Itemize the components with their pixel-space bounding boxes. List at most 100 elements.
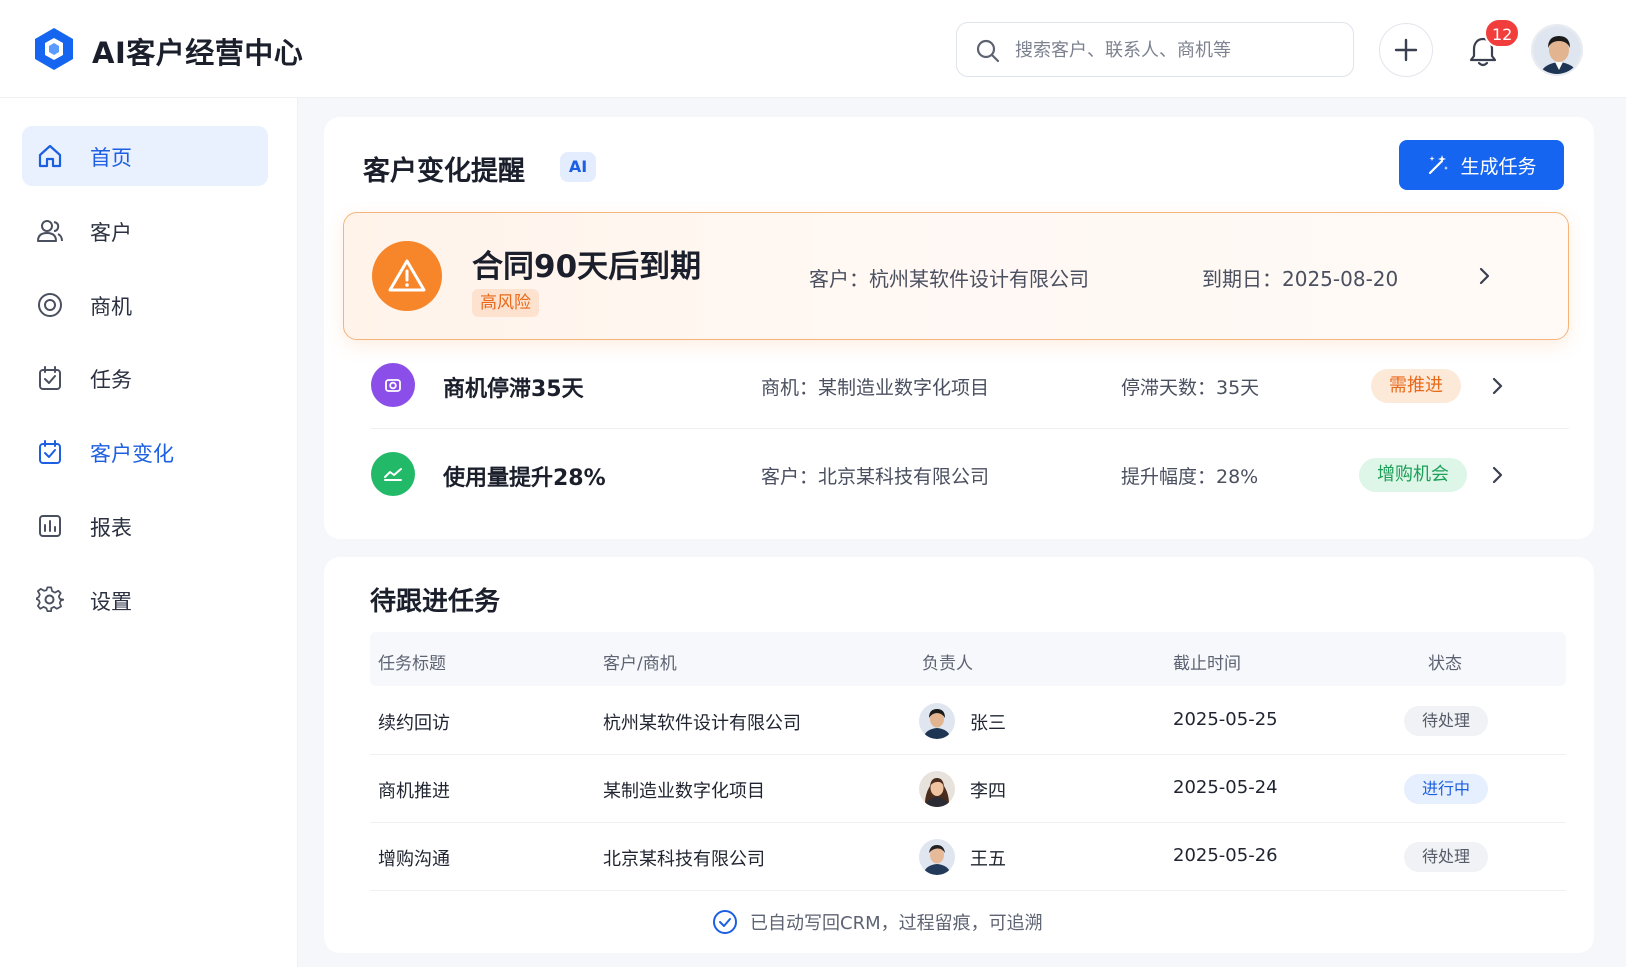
- generate-task-label: 生成任务: [1460, 156, 1537, 178]
- check-circle-icon: [713, 910, 737, 934]
- alert-metric: 提升幅度：28%: [1121, 466, 1259, 488]
- sidebar-item-label: 任务: [90, 368, 132, 392]
- owner-avatar: [919, 839, 955, 875]
- warning-badge: [372, 241, 442, 311]
- owner-avatar: [919, 703, 955, 739]
- customer-change-alerts-card: 客户变化提醒 AI 生成任务 合同90天后到期 高风险 客户：杭州某软件设计有限…: [324, 117, 1594, 539]
- task-target: 北京某科技有限公司: [603, 849, 765, 870]
- ai-badge: AI: [560, 152, 596, 182]
- sidebar-item-home[interactable]: 首页: [22, 126, 268, 186]
- usage-growth-alert[interactable]: 使用量提升28% 客户：北京某科技有限公司 提升幅度：28% 增购机会: [371, 432, 1569, 518]
- sidebar-item-reports[interactable]: 报表: [22, 496, 268, 556]
- table-header: 任务标题 客户/商机 负责人 截止时间 状态: [370, 632, 1566, 686]
- camera-icon: [385, 379, 401, 392]
- user-avatar[interactable]: [1531, 24, 1583, 76]
- task-due-date: 2025-05-25: [1173, 709, 1278, 730]
- risk-badge: 高风险: [472, 289, 539, 317]
- growth-badge: [371, 452, 415, 496]
- customer-change-icon: [39, 440, 61, 464]
- task-due-date: 2025-05-24: [1173, 777, 1278, 798]
- alerts-section-title: 客户变化提醒: [363, 156, 525, 187]
- alert-customer: 客户：杭州某软件设计有限公司: [809, 267, 1089, 291]
- status-badge: 待处理: [1404, 706, 1488, 736]
- alert-title: 使用量提升28%: [443, 466, 606, 491]
- crm-sync-text: 已自动写回CRM，过程留痕，可追溯: [750, 913, 1043, 934]
- status-badge: 待处理: [1404, 842, 1488, 872]
- table-row[interactable]: 商机推进 某制造业数字化项目 李四 2025-05-24 进行中: [370, 755, 1566, 823]
- opportunity-badge: [371, 363, 415, 407]
- add-button[interactable]: [1379, 23, 1433, 77]
- stalled-opportunity-alert[interactable]: 商机停滞35天 商机：某制造业数字化项目 停滞天数：35天 需推进: [371, 343, 1569, 429]
- alert-title: 合同90天后到期: [472, 249, 702, 285]
- warning-icon: [388, 259, 426, 292]
- sidebar-item-label: 商机: [90, 295, 132, 319]
- sidebar-item-opportunities[interactable]: 商机: [22, 275, 268, 335]
- push-needed-badge: 需推进: [1371, 369, 1461, 403]
- column-header: 任务标题: [378, 654, 446, 674]
- task-target: 杭州某软件设计有限公司: [603, 713, 801, 734]
- chart-icon: [39, 515, 61, 537]
- person-male-icon: [919, 839, 955, 875]
- sidebar-item-label: 报表: [90, 516, 132, 540]
- plus-icon: [1394, 38, 1418, 62]
- table-row[interactable]: 续约回访 杭州某软件设计有限公司 张三 2025-05-25 待处理: [370, 687, 1566, 755]
- trend-up-icon: [384, 468, 402, 481]
- search-icon: [976, 39, 1000, 63]
- owner-avatar: [919, 771, 955, 807]
- home-icon: [38, 144, 62, 168]
- top-bar: AI客户经营中心 12: [0, 0, 1626, 98]
- status-badge: 进行中: [1404, 774, 1488, 804]
- task-owner: 张三: [970, 713, 1006, 734]
- column-header: 客户/商机: [603, 654, 677, 674]
- task-target: 某制造业数字化项目: [603, 781, 765, 802]
- task-owner: 李四: [970, 781, 1006, 802]
- app-logo-icon: [35, 28, 73, 70]
- task-title: 商机推进: [378, 781, 450, 802]
- sidebar-item-label: 首页: [90, 146, 132, 170]
- upsell-badge: 增购机会: [1359, 458, 1467, 492]
- sidebar-item-customers[interactable]: 客户: [22, 201, 268, 261]
- task-due-date: 2025-05-26: [1173, 845, 1278, 866]
- sidebar-item-label: 客户变化: [90, 442, 174, 466]
- column-header: 负责人: [922, 654, 973, 674]
- tasks-section-title: 待跟进任务: [370, 587, 501, 617]
- alert-metric: 停滞天数：35天: [1121, 377, 1260, 399]
- row-divider: [371, 428, 1569, 429]
- task-title: 增购沟通: [378, 849, 450, 870]
- notification-badge: 12: [1484, 18, 1521, 48]
- user-photo-icon: [1533, 26, 1581, 74]
- chevron-right-icon[interactable]: [1474, 266, 1494, 286]
- contract-expiry-alert[interactable]: 合同90天后到期 高风险 客户：杭州某软件设计有限公司 到期日：2025-08-…: [343, 212, 1569, 340]
- task-owner: 王五: [970, 849, 1006, 870]
- users-icon: [37, 220, 63, 242]
- alert-due-date: 到期日：2025-08-20: [1202, 267, 1399, 291]
- chevron-right-icon[interactable]: [1487, 465, 1507, 485]
- task-icon: [39, 366, 61, 390]
- notification-button[interactable]: 12: [1456, 18, 1521, 78]
- person-female-icon: [919, 771, 955, 807]
- alert-title: 商机停滞35天: [443, 377, 584, 402]
- task-title: 续约回访: [378, 713, 450, 734]
- magic-wand-icon: [1429, 155, 1449, 175]
- alert-detail: 客户：北京某科技有限公司: [761, 466, 990, 488]
- sidebar-item-label: 客户: [90, 221, 132, 245]
- person-male-icon: [919, 703, 955, 739]
- sidebar-item-tasks[interactable]: 任务: [22, 348, 268, 408]
- search-input[interactable]: [1015, 35, 1335, 65]
- app-title: AI客户经营中心: [92, 36, 304, 70]
- generate-task-button[interactable]: 生成任务: [1399, 140, 1564, 190]
- sidebar-item-settings[interactable]: 设置: [22, 570, 268, 630]
- search-box[interactable]: [956, 22, 1354, 77]
- column-header: 状态: [1428, 654, 1462, 674]
- crm-sync-note: 已自动写回CRM，过程留痕，可追溯: [712, 909, 1043, 935]
- pending-tasks-card: 待跟进任务 任务标题 客户/商机 负责人 截止时间 状态 续约回访 杭州某软件设…: [324, 557, 1594, 953]
- sidebar: 首页 客户 商机 任务 客户变化 报表 设置: [0, 98, 298, 967]
- sidebar-item-label: 设置: [90, 590, 132, 614]
- gear-icon: [36, 586, 64, 613]
- table-row[interactable]: 增购沟通 北京某科技有限公司 王五 2025-05-26 待处理: [370, 823, 1566, 891]
- column-header: 截止时间: [1173, 654, 1241, 674]
- target-icon: [38, 293, 62, 317]
- sidebar-item-customer-change[interactable]: 客户变化: [22, 422, 268, 482]
- alert-detail: 商机：某制造业数字化项目: [761, 377, 990, 399]
- chevron-right-icon[interactable]: [1487, 376, 1507, 396]
